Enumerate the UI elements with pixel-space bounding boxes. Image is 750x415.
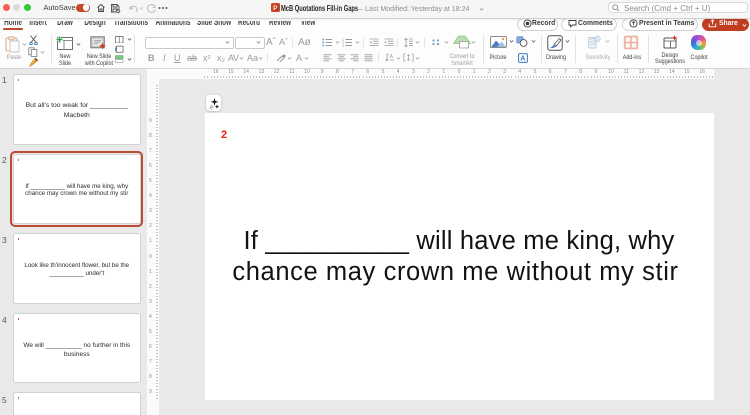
- svg-text:P: P: [273, 5, 278, 12]
- svg-text:A: A: [520, 56, 525, 63]
- svg-text:A: A: [390, 54, 394, 60]
- svg-text:3: 3: [342, 44, 344, 47]
